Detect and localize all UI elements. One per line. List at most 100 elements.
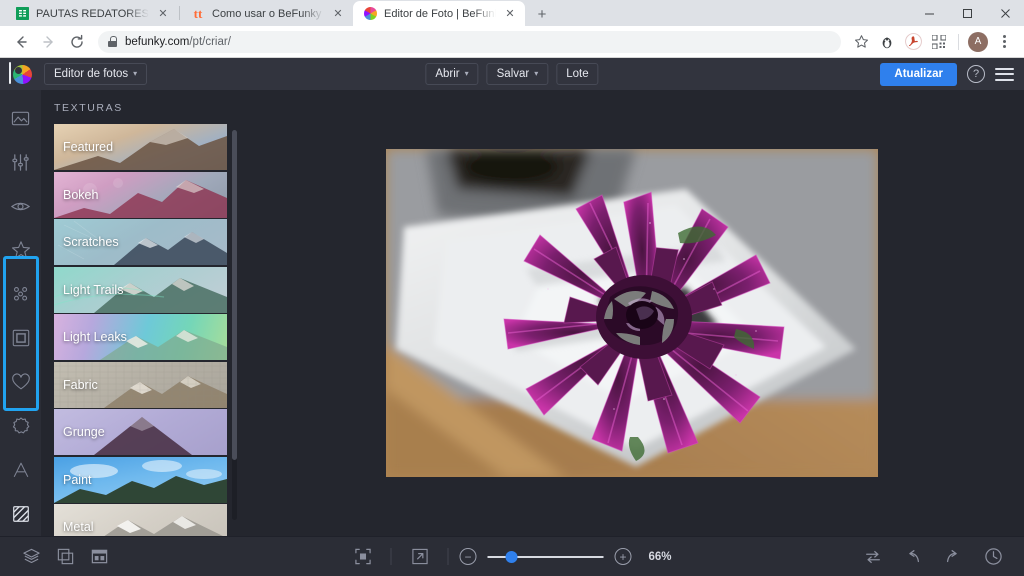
history-clock-icon[interactable] bbox=[976, 537, 1010, 576]
url-host: befunky.com bbox=[125, 35, 190, 48]
adobe-acrobat-icon[interactable] bbox=[901, 30, 925, 54]
photo-canvas[interactable] bbox=[386, 149, 878, 477]
mode-label: Editor de fotos bbox=[54, 68, 129, 80]
eye-retouch-icon[interactable] bbox=[0, 184, 41, 228]
texture-item-paint[interactable]: Paint bbox=[54, 456, 227, 503]
app-header: Editor de fotos ▾ Abrir ▾ Salvar ▾ Lote … bbox=[0, 58, 1024, 90]
texture-label: Light Leaks bbox=[63, 330, 127, 344]
zoom-in-button[interactable]: + bbox=[614, 548, 632, 565]
tab-strip: PAUTAS REDATORES SEO - 2019 ✕ tt Como us… bbox=[0, 0, 1024, 26]
close-icon[interactable] bbox=[986, 0, 1024, 26]
zoom-slider-knob[interactable] bbox=[505, 550, 518, 563]
browser-toolbar: befunky.com/pt/criar/ A bbox=[0, 26, 1024, 58]
textures-hatch-icon[interactable] bbox=[0, 492, 41, 536]
menu-label: Salvar bbox=[496, 68, 530, 80]
separator bbox=[447, 548, 449, 565]
texture-label: Grunge bbox=[63, 425, 105, 439]
texture-label: Scratches bbox=[63, 235, 119, 249]
texture-item-light-trails[interactable]: Light Trails bbox=[54, 266, 227, 313]
texture-item-bokeh[interactable]: Bokeh bbox=[54, 171, 227, 218]
fit-to-screen-icon[interactable] bbox=[346, 537, 380, 576]
history-controls bbox=[856, 537, 1010, 576]
undo-icon[interactable] bbox=[896, 537, 930, 576]
textures-panel: TEXTURAS Featured Bokeh Scratches Light … bbox=[41, 90, 240, 536]
extension-penguin-icon[interactable] bbox=[875, 30, 899, 54]
menu-label: Lote bbox=[566, 68, 589, 80]
bottom-toolbar: − + 66% bbox=[0, 536, 1024, 576]
texture-item-scratches[interactable]: Scratches bbox=[54, 219, 227, 265]
chevron-down-icon: ▾ bbox=[133, 69, 138, 78]
browser-tab-2[interactable]: tt Como usar o BeFunky para edita ✕ bbox=[181, 1, 353, 26]
address-bar[interactable]: befunky.com/pt/criar/ bbox=[98, 30, 841, 53]
hamburger-icon[interactable] bbox=[995, 67, 1014, 81]
menu-salvar-button[interactable]: Salvar ▾ bbox=[486, 63, 549, 85]
mode-selector-button[interactable]: Editor de fotos ▾ bbox=[44, 63, 148, 85]
menu-abrir-button[interactable]: Abrir ▾ bbox=[425, 63, 479, 85]
texture-item-grunge[interactable]: Grunge bbox=[54, 409, 227, 455]
overlays-badge-icon[interactable] bbox=[0, 404, 41, 448]
chrome-browser-window: PAUTAS REDATORES SEO - 2019 ✕ tt Como us… bbox=[0, 0, 1024, 576]
tt-icon: tt bbox=[193, 6, 203, 21]
menu-label: Abrir bbox=[435, 68, 460, 80]
frames-icon[interactable] bbox=[0, 316, 41, 360]
help-icon[interactable]: ? bbox=[967, 65, 985, 83]
reload-icon[interactable] bbox=[64, 29, 90, 55]
befunky-logo[interactable] bbox=[0, 58, 44, 90]
sliders-edit-icon[interactable] bbox=[0, 140, 41, 184]
panel-title: TEXTURAS bbox=[54, 102, 123, 114]
maximize-icon[interactable] bbox=[948, 0, 986, 26]
browser-tab-3[interactable]: Editor de Foto | BeFunky: Editor d ✕ bbox=[353, 1, 525, 26]
texture-item-fabric[interactable]: Fabric bbox=[54, 361, 227, 408]
chevron-down-icon: ▾ bbox=[534, 69, 539, 78]
back-icon[interactable] bbox=[8, 29, 34, 55]
tab-title: PAUTAS REDATORES SEO - 2019 bbox=[36, 7, 149, 20]
texture-label: Metal bbox=[63, 520, 94, 534]
tab-close-icon[interactable]: ✕ bbox=[156, 7, 170, 21]
fullscreen-icon[interactable] bbox=[403, 537, 437, 576]
qr-code-icon[interactable] bbox=[927, 30, 951, 54]
window-controls bbox=[910, 0, 1024, 26]
tab-separator bbox=[179, 6, 180, 20]
texture-item-featured[interactable]: Featured bbox=[54, 124, 227, 170]
tab-title: Editor de Foto | BeFunky: Editor d bbox=[384, 7, 496, 20]
chrome-menu-icon[interactable] bbox=[992, 30, 1016, 54]
toolbar-separator bbox=[958, 33, 959, 50]
header-menu: Abrir ▾ Salvar ▾ Lote bbox=[425, 63, 599, 85]
texture-label: Featured bbox=[63, 140, 114, 154]
header-right: Atualizar ? bbox=[880, 62, 1014, 86]
heart-graphics-icon[interactable] bbox=[0, 360, 41, 404]
zoom-slider[interactable] bbox=[487, 550, 604, 563]
tab-close-icon[interactable]: ✕ bbox=[331, 7, 345, 21]
crop-compare-icon[interactable] bbox=[48, 537, 82, 576]
menu-lote-button[interactable]: Lote bbox=[556, 63, 599, 85]
zoom-controls: − + 66% bbox=[346, 537, 679, 576]
forward-icon[interactable] bbox=[36, 29, 62, 55]
texture-label: Paint bbox=[63, 472, 92, 487]
panel-scroll-thumb[interactable] bbox=[232, 130, 237, 460]
layers-icon[interactable] bbox=[14, 537, 48, 576]
upgrade-button[interactable]: Atualizar bbox=[880, 62, 957, 86]
profile-avatar[interactable]: A bbox=[966, 30, 990, 54]
chevron-down-icon: ▾ bbox=[464, 69, 469, 78]
swap-arrows-icon[interactable] bbox=[856, 537, 890, 576]
zoom-out-button[interactable]: − bbox=[459, 548, 477, 565]
star-effects-icon[interactable] bbox=[0, 228, 41, 272]
befunky-icon bbox=[363, 7, 377, 21]
avatar-initial: A bbox=[968, 31, 988, 52]
browser-tab-1[interactable]: PAUTAS REDATORES SEO - 2019 ✕ bbox=[6, 1, 178, 26]
minimize-icon[interactable] bbox=[910, 0, 948, 26]
panel-layout-icon[interactable] bbox=[82, 537, 116, 576]
tab-close-icon[interactable]: ✕ bbox=[503, 7, 517, 21]
text-a-icon[interactable] bbox=[0, 448, 41, 492]
texture-item-light-leaks[interactable]: Light Leaks bbox=[54, 314, 227, 360]
succulent-photo bbox=[386, 149, 878, 477]
texture-item-metal[interactable]: Metal bbox=[54, 504, 227, 536]
url-path: /pt/criar/ bbox=[189, 35, 231, 48]
new-tab-button[interactable]: + bbox=[529, 2, 555, 26]
artsy-nodes-icon[interactable] bbox=[0, 272, 41, 316]
bookmark-star-icon[interactable] bbox=[849, 30, 873, 54]
redo-icon[interactable] bbox=[936, 537, 970, 576]
panel-scrollbar[interactable] bbox=[232, 130, 237, 520]
canvas-stage bbox=[240, 90, 1024, 536]
image-icon[interactable] bbox=[0, 96, 41, 140]
